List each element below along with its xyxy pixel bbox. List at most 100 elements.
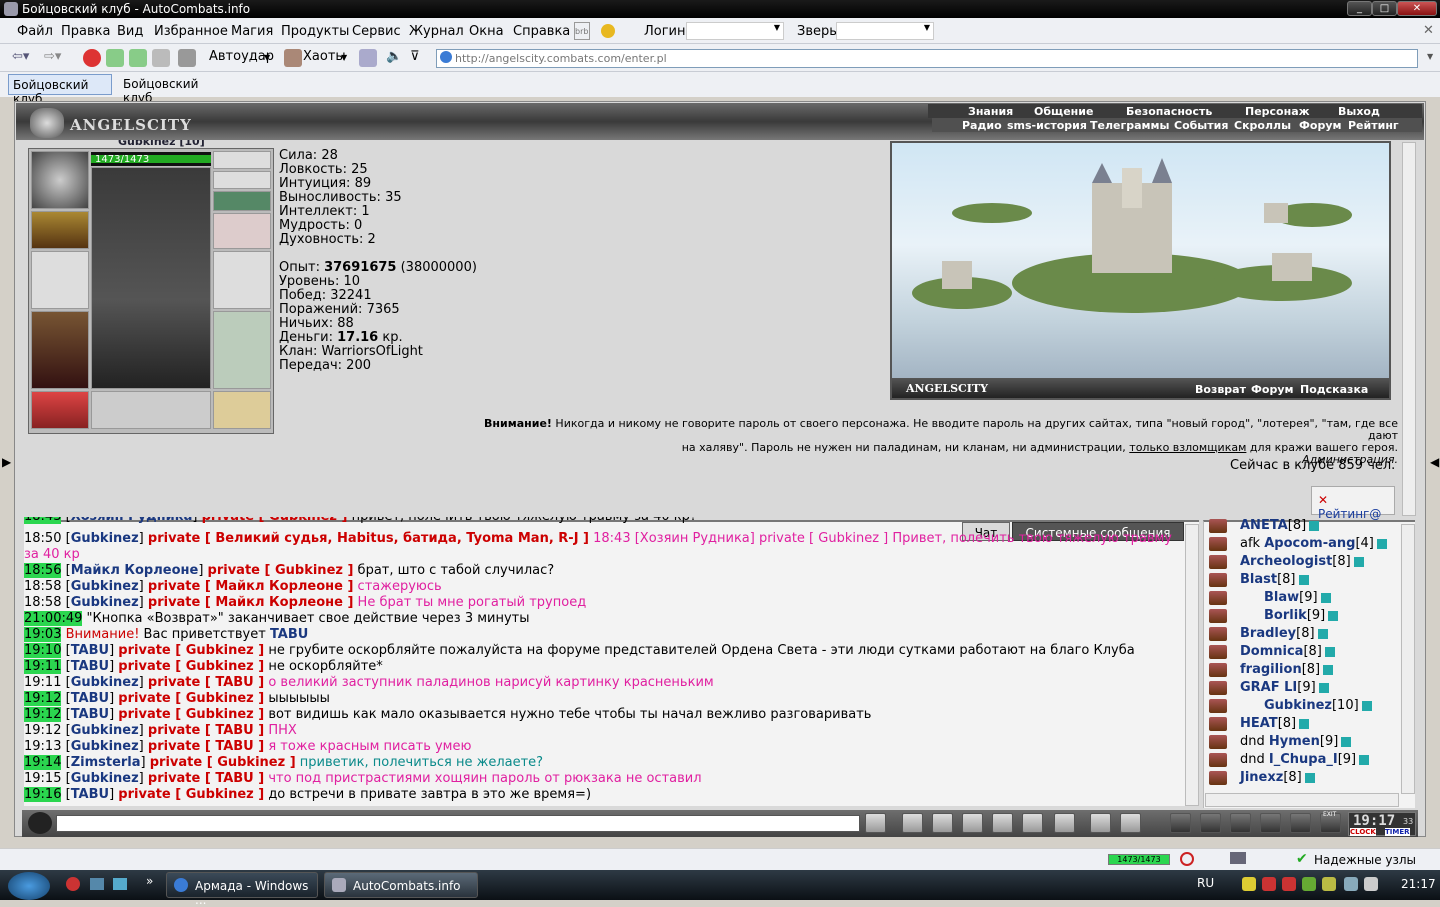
nav-scrolls[interactable]: Скроллы bbox=[1234, 119, 1291, 132]
nav-knowledge[interactable]: Знания bbox=[968, 105, 1013, 118]
close-button[interactable]: ✕ bbox=[1397, 1, 1437, 16]
user-name[interactable]: Hymen bbox=[1269, 734, 1320, 749]
user-name[interactable]: ANETA bbox=[1240, 518, 1288, 533]
exit-button[interactable]: EXIT bbox=[1320, 811, 1341, 833]
translit-icon[interactable] bbox=[1022, 813, 1043, 833]
chat-private-to[interactable]: private [ Великий судья, Habitus, батида… bbox=[148, 531, 589, 546]
alignment-icon[interactable] bbox=[1209, 771, 1227, 785]
chat-private-to[interactable]: private [ TABU ] bbox=[148, 675, 264, 690]
sound-icon[interactable]: 🔈 bbox=[386, 49, 402, 64]
alignment-icon[interactable] bbox=[1209, 717, 1227, 731]
alignment-icon[interactable] bbox=[1209, 555, 1227, 569]
hackers-link[interactable]: только взломщикам bbox=[1129, 441, 1246, 454]
alignment-icon[interactable] bbox=[1209, 537, 1227, 551]
gloves-slot[interactable] bbox=[31, 211, 89, 249]
filter-icon[interactable]: ⊽ bbox=[410, 49, 420, 64]
mail-icon[interactable] bbox=[1290, 813, 1311, 833]
user-info-icon[interactable] bbox=[1361, 700, 1372, 711]
chat-nick[interactable]: TABU bbox=[71, 707, 109, 722]
chat-nick[interactable]: Gubkinez bbox=[71, 739, 139, 754]
alignment-icon[interactable] bbox=[1209, 735, 1227, 749]
chat-nick[interactable]: Gubkinez bbox=[71, 723, 139, 738]
amulet-slot[interactable] bbox=[213, 151, 271, 169]
user-name[interactable]: Blast bbox=[1240, 572, 1277, 587]
user-item[interactable]: afk Apocom-ang[4] bbox=[1240, 536, 1387, 552]
user-item[interactable]: Blaw[9] bbox=[1264, 590, 1331, 606]
inventory-icon[interactable] bbox=[1170, 813, 1191, 833]
user-info-icon[interactable] bbox=[1341, 736, 1352, 747]
quicklaunch-more-icon[interactable]: » bbox=[146, 874, 153, 888]
user-name[interactable]: HEAT bbox=[1240, 716, 1278, 731]
maximize-button[interactable]: □ bbox=[1372, 1, 1397, 16]
quests-icon[interactable] bbox=[1230, 813, 1251, 833]
user-info-icon[interactable] bbox=[1318, 682, 1329, 693]
userlist-hscrollbar[interactable] bbox=[1205, 793, 1399, 807]
user-name[interactable]: Domnica bbox=[1240, 644, 1303, 659]
menu-windows[interactable]: Окна bbox=[469, 24, 504, 39]
menu-help[interactable]: Справка bbox=[513, 24, 570, 39]
user-info-icon[interactable] bbox=[1304, 772, 1315, 783]
user-info-icon[interactable] bbox=[1328, 610, 1339, 621]
user-info-icon[interactable] bbox=[1298, 574, 1309, 585]
alignment-icon[interactable] bbox=[1209, 681, 1227, 695]
return-link[interactable]: Возврат bbox=[1195, 383, 1246, 396]
user-info-icon[interactable] bbox=[1376, 538, 1387, 549]
forward-icon[interactable]: ⇨▾ bbox=[44, 49, 61, 64]
menu-favorites[interactable]: Избранное bbox=[154, 24, 228, 39]
chat-menu-icon[interactable] bbox=[28, 812, 52, 834]
alignment-icon[interactable] bbox=[1209, 753, 1227, 767]
nav-rating[interactable]: Рейтинг bbox=[1348, 119, 1399, 132]
alignment-icon[interactable] bbox=[1209, 627, 1227, 641]
user-item[interactable]: ANETA[8] bbox=[1240, 518, 1320, 534]
user-item[interactable]: Bradley[8] bbox=[1240, 626, 1328, 642]
alignment-icon[interactable] bbox=[1209, 519, 1227, 533]
user-item[interactable]: Blast[8] bbox=[1240, 572, 1309, 588]
chat-private-to[interactable]: private [ Майкл Корлеоне ] bbox=[148, 595, 354, 610]
menu-close-icon[interactable]: ✕ bbox=[1423, 23, 1434, 38]
alignment-icon[interactable] bbox=[1209, 609, 1227, 623]
nav-character[interactable]: Персонаж bbox=[1245, 105, 1310, 118]
user-info-icon[interactable] bbox=[1317, 628, 1328, 639]
weapon-slot[interactable] bbox=[31, 251, 89, 309]
chat-nick[interactable]: Gubkinez bbox=[71, 595, 139, 610]
filter-chat-icon[interactable] bbox=[932, 813, 953, 833]
chat-private-to[interactable]: private [ TABU ] bbox=[148, 723, 264, 738]
desktop-icon[interactable] bbox=[113, 878, 127, 890]
armor-slot[interactable] bbox=[31, 311, 89, 389]
send-icon[interactable] bbox=[865, 813, 886, 833]
nav-communication[interactable]: Общение bbox=[1034, 105, 1093, 118]
chat-private-to[interactable]: private [ TABU ] bbox=[148, 771, 264, 786]
userlist-scrollbar[interactable] bbox=[1401, 524, 1415, 794]
alignment-icon[interactable] bbox=[1209, 663, 1227, 677]
belt-slot[interactable] bbox=[31, 391, 89, 429]
task-armada[interactable]: Армада - Windows ... bbox=[166, 872, 318, 907]
user-item[interactable]: Archeologist[8] bbox=[1240, 554, 1364, 570]
user-info-icon[interactable] bbox=[1353, 556, 1364, 567]
chat-private-to[interactable]: private [ Gubkinez ] bbox=[208, 563, 354, 578]
alignment-icon[interactable] bbox=[1209, 591, 1227, 605]
pants-slot[interactable] bbox=[213, 311, 271, 389]
rune-slots[interactable] bbox=[91, 391, 211, 429]
menu-file[interactable]: Файл bbox=[17, 24, 53, 39]
chat-nick[interactable]: Gubkinez bbox=[71, 771, 139, 786]
language-indicator[interactable]: RU bbox=[1197, 876, 1214, 890]
user-item[interactable]: Jinexz[8] bbox=[1240, 770, 1315, 786]
bracers-slot[interactable] bbox=[213, 213, 271, 249]
eye-icon[interactable] bbox=[359, 49, 377, 67]
menu-service[interactable]: Сервис bbox=[352, 24, 401, 39]
user-item[interactable]: fragilion[8] bbox=[1240, 662, 1334, 678]
chat-nick[interactable]: Хозяин Рудника bbox=[71, 517, 193, 524]
menu-products[interactable]: Продукты bbox=[281, 24, 349, 39]
user-item[interactable]: Borlik[9] bbox=[1264, 608, 1339, 624]
minimize-button[interactable]: _ bbox=[1347, 1, 1372, 16]
clear-icon[interactable] bbox=[902, 813, 923, 833]
start-button[interactable] bbox=[8, 872, 50, 900]
chat-input[interactable] bbox=[56, 815, 860, 832]
user-name[interactable]: Archeologist bbox=[1240, 554, 1332, 569]
explorer-icon[interactable] bbox=[90, 878, 104, 890]
tab-fight-club-2[interactable]: Бойцовский клуб bbox=[119, 74, 223, 105]
user-name[interactable]: Borlik bbox=[1264, 608, 1307, 623]
nav-events[interactable]: События bbox=[1174, 119, 1228, 132]
chat-private-to[interactable]: private [ Gubkinez ] bbox=[118, 691, 264, 706]
user-info-icon[interactable] bbox=[1323, 664, 1334, 675]
